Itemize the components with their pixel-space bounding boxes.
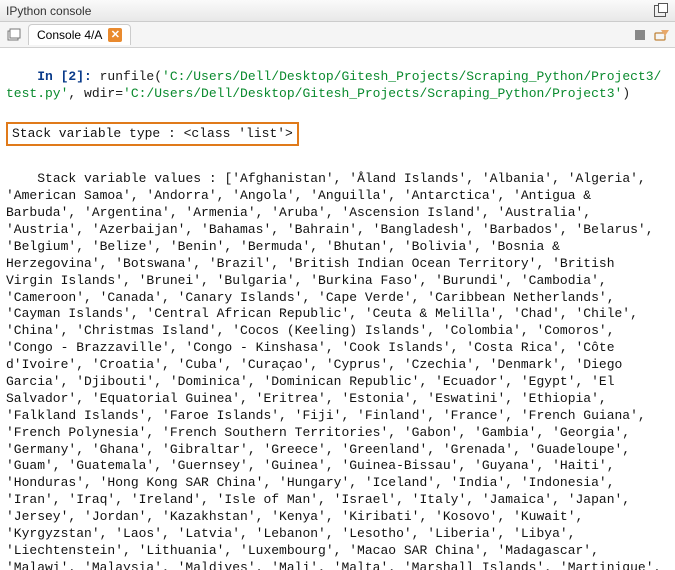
stack-type-highlight: Stack variable type : <class 'list'> <box>6 122 299 147</box>
close-tab-icon[interactable]: ✕ <box>108 28 122 42</box>
runfile-call: runfile( <box>92 69 162 84</box>
stack-values-list: ['Afghanistan', 'Åland Islands', 'Albani… <box>6 171 669 570</box>
console-tab-label: Console 4/A <box>37 28 102 42</box>
input-line: In [2]: runfile( 'C:/Users/Dell/Desktop/G… <box>6 52 669 120</box>
runfile-arg2: 'C:/Users/Dell/Desktop/Gitesh_Projects/S… <box>123 86 622 101</box>
console-output[interactable]: In [2]: runfile( 'C:/Users/Dell/Desktop/G… <box>0 48 675 570</box>
panel-title: IPython console <box>6 4 91 18</box>
panel-header: IPython console <box>0 0 675 22</box>
console-tab-bar: Console 4/A ✕ <box>0 22 675 48</box>
panel-header-controls <box>651 2 669 20</box>
undock-icon[interactable] <box>651 2 669 20</box>
clear-icon[interactable] <box>653 26 671 44</box>
stop-icon[interactable] <box>631 26 649 44</box>
console-tab-active[interactable]: Console 4/A ✕ <box>28 24 131 45</box>
stack-values-label: Stack variable values : <box>37 171 224 186</box>
stack-values-output: Stack variable values : ['Afghanistan', … <box>6 154 669 570</box>
new-console-tab-button[interactable] <box>4 25 24 45</box>
runfile-sep: , wdir= <box>68 86 123 101</box>
stack-type-text: Stack variable type : <class 'list'> <box>12 126 293 141</box>
in-prompt: In [2]: <box>37 69 92 84</box>
runfile-close: ) <box>622 86 630 101</box>
